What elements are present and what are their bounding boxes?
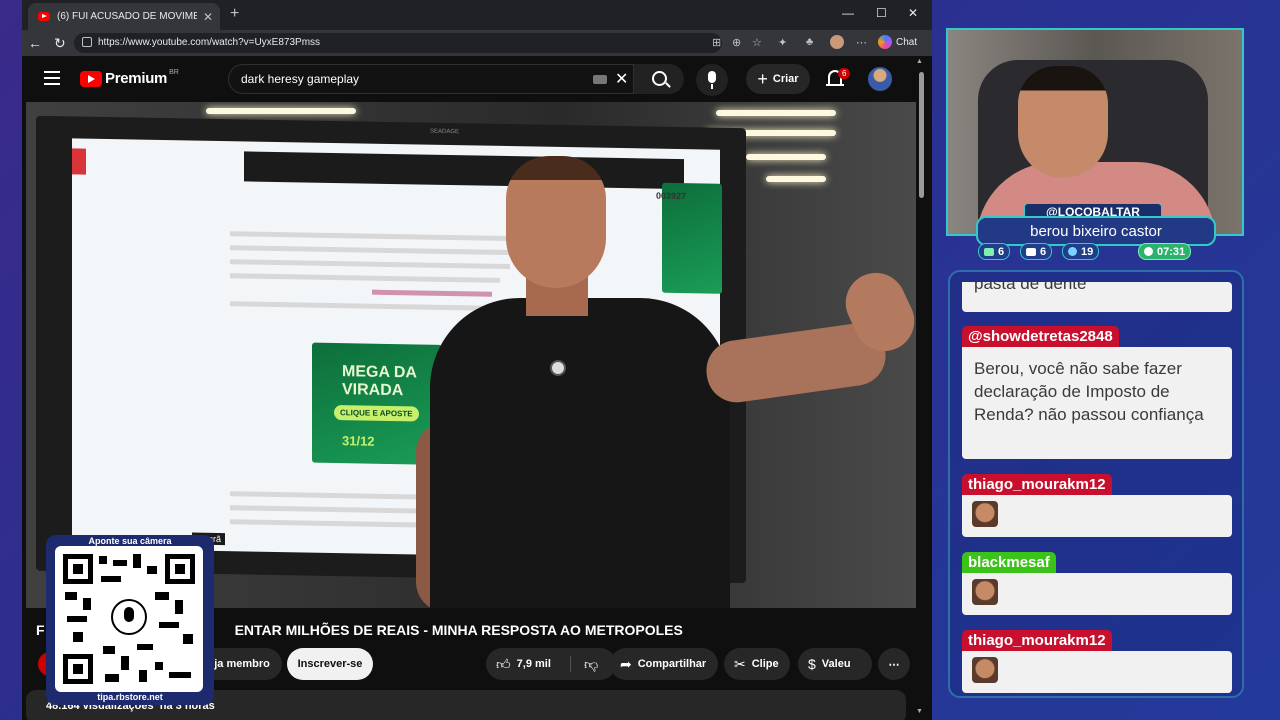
zoom-icon[interactable]: ⊕ — [732, 36, 741, 49]
qr-overlay: Aponte sua câmera tipa.rbstore.net — [46, 535, 214, 705]
copilot-label: Chat — [896, 36, 918, 48]
ad-date: 31/12 — [342, 433, 375, 449]
super-thanks-icon: $ — [808, 656, 816, 672]
more-icon: ⋯ — [888, 658, 900, 671]
url-field[interactable]: https://www.youtube.com/watch?v=UyxE873P… — [74, 33, 722, 53]
logo-text: Premium — [105, 70, 168, 87]
minimize-icon[interactable]: — — [842, 6, 854, 20]
scroll-up-icon[interactable]: ▲ — [916, 58, 923, 65]
close-tab-icon[interactable]: ✕ — [203, 10, 213, 24]
youtube-play-icon — [80, 70, 102, 87]
close-window-icon[interactable]: ✕ — [908, 6, 918, 20]
logo-country: BR — [169, 69, 179, 76]
scissors-icon: ✂ — [734, 655, 746, 672]
like-count: 7,9 mil — [516, 658, 551, 670]
tab-bar: (6) FUI ACUSADO DE MOVIMENTA ✕ + — ☐ ✕ — [22, 0, 932, 30]
stream-message: berou bixeiro castor — [976, 216, 1216, 246]
join-label: eja membro — [208, 658, 270, 670]
chat-username: thiago_mourakm12 — [962, 630, 1112, 652]
stat-chat: 6 — [978, 243, 1011, 260]
microphone-logo-icon — [111, 599, 147, 635]
lock-icon — [82, 37, 92, 47]
collections-icon[interactable]: ♣ — [806, 36, 813, 48]
search-icon — [652, 71, 667, 86]
tab-title: (6) FUI ACUSADO DE MOVIMENTA — [57, 11, 197, 22]
chat-username: blackmesaf — [962, 552, 1056, 574]
share-button[interactable]: ➦ Compartilhar — [610, 648, 718, 680]
lapel-mic — [550, 360, 566, 376]
qr-top-text: Aponte sua câmera — [88, 536, 172, 546]
subscribe-label: Inscrever-se — [297, 658, 363, 670]
stat-youtube: 6 — [1020, 243, 1053, 260]
search-button[interactable] — [634, 64, 684, 94]
thumbs-up-icon: 👍︎ — [496, 655, 511, 672]
copilot-icon — [878, 35, 892, 49]
create-button[interactable]: + Criar — [746, 64, 810, 94]
favorite-icon[interactable]: ☆ — [752, 36, 762, 49]
chat-message-partial: pasta de dente — [962, 282, 1232, 312]
thumbs-down-icon[interactable]: 👎︎ — [584, 656, 598, 673]
share-label: Compartilhar — [637, 658, 707, 670]
search-query: dark heresy gameplay — [241, 72, 360, 86]
plus-icon: + — [757, 68, 768, 89]
new-tab-icon[interactable]: + — [230, 5, 239, 23]
emote-icon — [972, 501, 998, 527]
emote-icon — [972, 657, 998, 683]
tab-active[interactable]: (6) FUI ACUSADO DE MOVIMENTA ✕ — [28, 3, 220, 30]
presenter — [406, 122, 918, 608]
video-title-start: F — [36, 622, 45, 638]
notification-badge: 6 — [838, 68, 851, 79]
clip-label: Clipe — [751, 658, 779, 670]
scrollbar-thumb[interactable] — [919, 72, 924, 198]
refresh-icon[interactable]: ↻ — [54, 35, 66, 52]
like-dislike-group: 👍︎ 7,9 mil 👎︎ — [486, 648, 616, 680]
extensions-icon[interactable]: ✦ — [778, 36, 787, 49]
clear-search-icon[interactable]: ✕ — [615, 69, 628, 89]
scroll-down-icon[interactable]: ▼ — [916, 708, 923, 715]
chat-username: @showdetretas2848 — [962, 326, 1119, 348]
thanks-button[interactable]: $ Valeu — [798, 648, 872, 680]
chat-icon — [984, 247, 994, 256]
cash-icon — [1068, 247, 1077, 256]
url-text: https://www.youtube.com/watch?v=UyxE873P… — [98, 37, 321, 48]
video-title-text: ENTAR MILHÕES DE REAIS - MINHA RESPOSTA … — [234, 622, 683, 638]
stat-clock: 07:31 — [1138, 243, 1192, 260]
like-button[interactable]: 👍︎ 7,9 mil — [486, 656, 551, 673]
search-input[interactable]: dark heresy gameplay ✕ — [228, 64, 634, 94]
clip-button[interactable]: ✂ Clipe — [724, 648, 790, 680]
chat-message: Berou, você não sabe fazer declaração de… — [962, 347, 1232, 459]
chat-message-emote — [962, 573, 1232, 615]
menu-icon[interactable] — [44, 71, 60, 89]
youtube-favicon-icon — [38, 12, 50, 21]
share-icon: ➦ — [620, 655, 632, 672]
maximize-icon[interactable]: ☐ — [876, 6, 887, 20]
address-bar-row: ← ↻ https://www.youtube.com/watch?v=UyxE… — [22, 30, 932, 56]
create-label: Criar — [772, 73, 799, 85]
qr-code — [55, 546, 203, 692]
voice-search-icon[interactable] — [696, 64, 728, 96]
chat-message-emote — [962, 495, 1232, 537]
subscribe-button[interactable]: Inscrever-se — [287, 648, 373, 680]
youtube-logo[interactable]: Premium BR — [80, 69, 179, 87]
copilot-button[interactable]: Chat — [878, 35, 917, 49]
back-tab — [72, 148, 86, 175]
account-avatar[interactable] — [868, 67, 892, 91]
keyboard-icon[interactable] — [593, 75, 607, 84]
more-actions-button[interactable]: ⋯ — [878, 648, 910, 680]
youtube-icon — [1026, 247, 1036, 256]
qr-bottom-text: tipa.rbstore.net — [97, 692, 163, 702]
clock-icon — [1144, 247, 1153, 256]
thanks-label: Valeu — [821, 658, 851, 670]
back-icon[interactable]: ← — [28, 35, 42, 51]
more-options-icon[interactable]: ⋯ — [856, 36, 867, 49]
apps-icon[interactable]: ⊞ — [712, 36, 721, 49]
streamer-head — [1018, 66, 1108, 178]
stat-cash: 19 — [1062, 243, 1100, 260]
chat-username: thiago_mourakm12 — [962, 474, 1112, 496]
emote-icon — [972, 579, 998, 605]
chat-message-emote — [962, 651, 1232, 693]
profile-avatar[interactable] — [830, 35, 844, 49]
video-player[interactable]: MEGA DA VIRADA CLIQUE E APOSTE 31/12 003… — [26, 102, 918, 608]
youtube-header: Premium BR dark heresy gameplay ✕ + Cria… — [22, 56, 924, 102]
